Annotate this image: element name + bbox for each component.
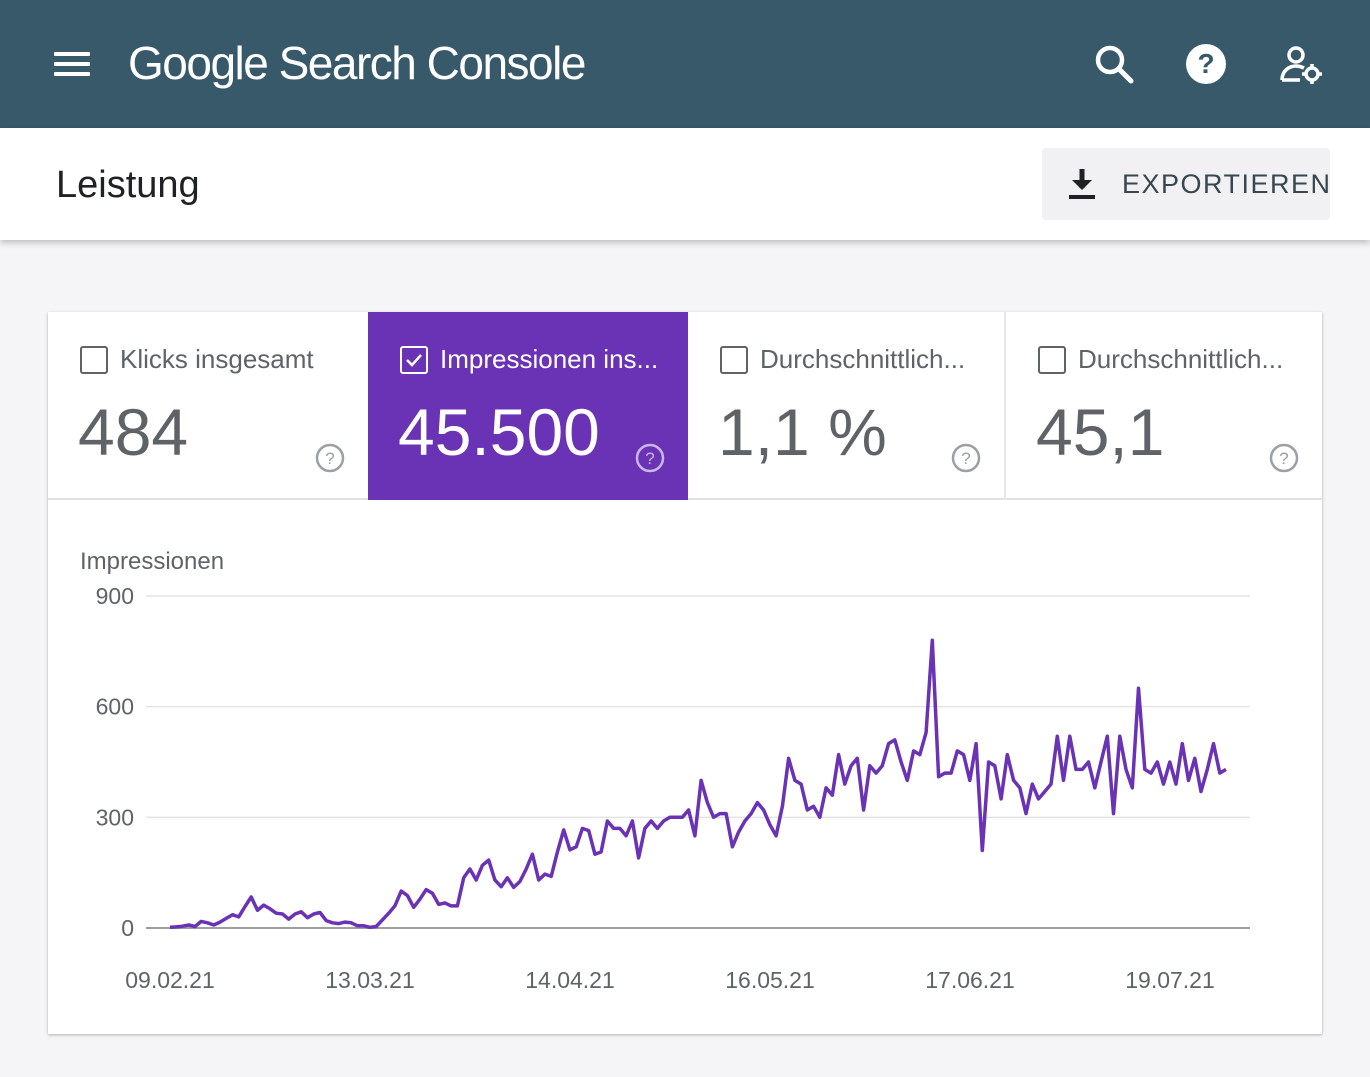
y-tick-label: 600	[96, 694, 134, 720]
x-tick-label: 16.05.21	[725, 967, 815, 993]
search-icon[interactable]	[1090, 40, 1138, 88]
metric-value: 45,1	[1036, 395, 1165, 469]
export-label: EXPORTIEREN	[1122, 169, 1332, 199]
svg-text:?: ?	[961, 449, 970, 468]
app-logo[interactable]: Google Search Console	[128, 36, 587, 90]
performance-card: Klicks insgesamt 484 ? Impressionen ins.…	[48, 312, 1322, 1034]
export-button[interactable]: EXPORTIEREN	[1042, 148, 1330, 220]
x-tick-label: 17.06.21	[925, 967, 1015, 993]
metric-label: Durchschnittlich...	[760, 344, 966, 374]
metric-checkbox[interactable]	[1038, 346, 1066, 374]
logo-product: Search Console	[278, 37, 587, 89]
page-title: Leistung	[56, 164, 200, 206]
svg-text:?: ?	[1279, 449, 1288, 468]
x-tick-label: 14.04.21	[525, 967, 615, 993]
chart-svg: 0 300 600 900 09.02.21 13.03.21 14.04.21 16.05.…	[96, 583, 1250, 993]
logo-google: Google	[128, 37, 269, 89]
metric-average-position[interactable]: Durchschnittlich... 45,1 ?	[1006, 312, 1322, 500]
account-settings-icon[interactable]	[1278, 40, 1326, 88]
metric-checkbox[interactable]	[720, 346, 748, 374]
metric-total-clicks[interactable]: Klicks insgesamt 484 ?	[48, 312, 368, 500]
series-line-impressions[interactable]	[169, 638, 1227, 930]
x-tick-label: 13.03.21	[325, 967, 415, 993]
metric-label: Impressionen ins...	[440, 344, 659, 374]
impressions-chart: Impressionen 0 300 600 900 09.02.21 13.03.21 1…	[48, 502, 1322, 1034]
metric-total-impressions[interactable]: Impressionen ins... 45.500 ?	[368, 312, 688, 500]
help-circle-icon[interactable]: ?	[1268, 442, 1300, 474]
help-circle-icon[interactable]: ?	[314, 442, 346, 474]
help-circle-icon[interactable]: ?	[950, 442, 982, 474]
metric-checkbox[interactable]	[80, 346, 108, 374]
x-tick-label: 09.02.21	[125, 967, 215, 993]
metric-tabs: Klicks insgesamt 484 ? Impressionen ins.…	[48, 312, 1322, 500]
metric-checkbox-checked[interactable]	[400, 346, 428, 374]
metric-value: 45.500	[398, 395, 600, 469]
y-tick-label: 0	[121, 915, 134, 941]
metric-label: Klicks insgesamt	[120, 344, 314, 374]
svg-text:?: ?	[645, 449, 654, 468]
metric-value: 484	[78, 395, 189, 469]
y-tick-label: 900	[96, 583, 134, 609]
download-icon	[1069, 169, 1095, 199]
metric-label: Durchschnittlich...	[1078, 344, 1284, 374]
svg-text:?: ?	[325, 449, 334, 468]
app-header: Google Search Console ?	[0, 0, 1370, 128]
metric-value: 1,1 %	[718, 395, 887, 469]
help-circle-icon[interactable]: ?	[634, 442, 666, 474]
page-header: Leistung EXPORTIEREN	[0, 128, 1370, 240]
menu-icon[interactable]	[52, 48, 92, 80]
y-tick-label: 300	[96, 804, 134, 830]
x-tick-label: 19.07.21	[1125, 967, 1215, 993]
help-icon[interactable]: ?	[1182, 40, 1230, 88]
metric-average-ctr[interactable]: Durchschnittlich... 1,1 % ?	[688, 312, 1006, 500]
svg-text:?: ?	[1197, 48, 1214, 79]
